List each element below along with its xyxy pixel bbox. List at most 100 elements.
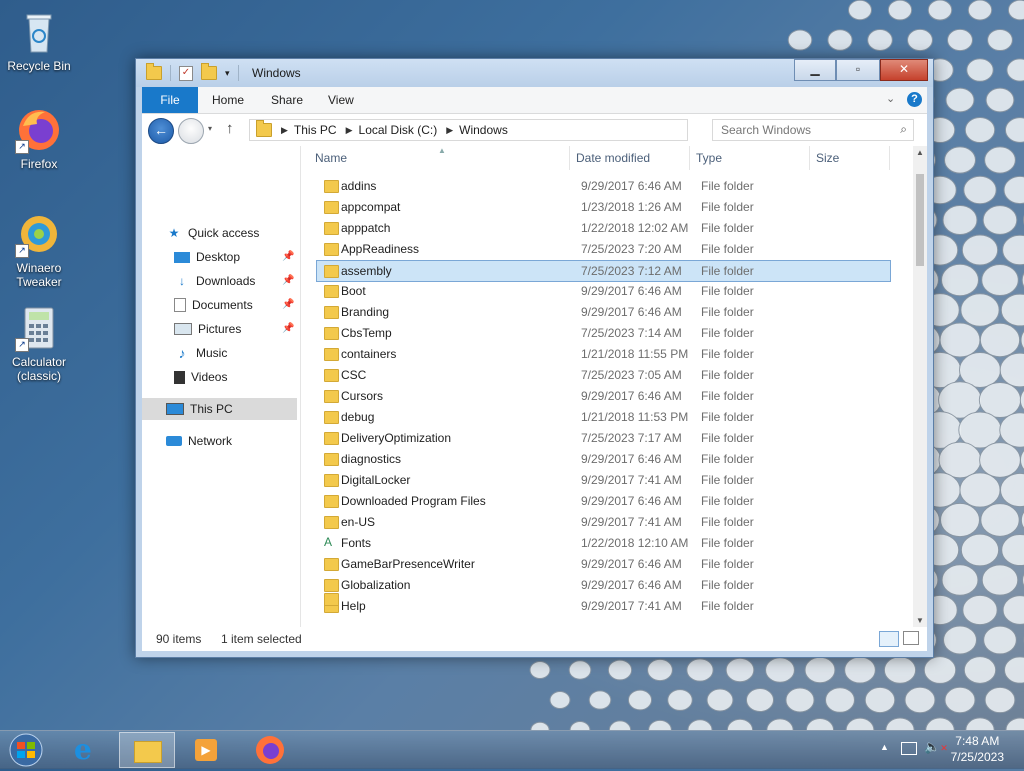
column-header-type[interactable]: Type [690,146,810,170]
tab-share[interactable]: Share [257,87,317,113]
file-date-modified: 7/25/2023 7:14 AM [581,323,682,343]
nav-network[interactable]: Network [166,430,232,452]
breadcrumb-separator-icon[interactable]: ▶ [446,125,453,136]
file-row[interactable]: assembly7/25/2023 7:12 AMFile folder [316,260,891,282]
nav-desktop[interactable]: Desktop [174,246,240,268]
recent-locations-icon[interactable]: ▾ [208,124,212,133]
file-name: GameBarPresenceWriter [341,554,475,574]
file-row[interactable]: Downloaded Program Files9/29/2017 6:46 A… [317,491,890,511]
title-bar[interactable]: ✓ ▾ Windows ▁ ▫ ✕ [136,59,933,87]
file-row[interactable]: diagnostics9/29/2017 6:46 AMFile folder [317,449,890,469]
navigation-bar: ← ▾ ↑ ▶ This PC ▶ Local Disk (C:) ▶ Wind… [142,114,927,146]
tab-home[interactable]: Home [198,87,258,113]
taskbar-file-explorer[interactable] [119,732,175,768]
nav-label: Quick access [188,222,259,244]
search-input[interactable]: Search Windows ⌕ [712,119,914,141]
ribbon-expand-icon[interactable]: ⌄ [886,92,895,105]
taskbar-media-player[interactable]: ▶ [180,732,236,768]
breadcrumb-this-pc[interactable]: This PC [294,123,337,137]
quick-access-toolbar: ✓ ▾ [146,65,239,81]
breadcrumb-separator-icon[interactable]: ▶ [346,125,353,136]
folder-icon [324,327,339,340]
file-row[interactable]: DigitalLocker9/29/2017 7:41 AMFile folde… [317,470,890,490]
search-icon: ⌕ [900,122,907,137]
details-view-icon[interactable] [879,631,899,647]
desktop-icon-recycle-bin[interactable]: Recycle Bin [1,8,77,73]
tab-view[interactable]: View [314,87,368,113]
network-tray-icon[interactable] [901,742,917,755]
start-button[interactable] [0,732,52,768]
maximize-button[interactable]: ▫ [836,59,880,81]
file-row[interactable]: appcompat1/23/2018 1:26 AMFile folder [317,197,890,217]
file-name: DigitalLocker [341,470,410,490]
scrollbar-thumb[interactable] [916,174,924,266]
show-hidden-icons-icon[interactable]: ▲ [880,742,889,752]
back-button[interactable]: ← [148,118,174,144]
file-name: assembly [341,261,392,281]
file-row[interactable]: apppatch1/22/2018 12:02 AMFile folder [317,218,890,238]
pin-icon[interactable]: 📌 [282,299,294,310]
minimize-button[interactable]: ▁ [794,59,836,81]
address-bar[interactable]: ▶ This PC ▶ Local Disk (C:) ▶ Windows [249,119,688,141]
breadcrumb-local-disk[interactable]: Local Disk (C:) [359,123,438,137]
file-row[interactable]: Boot9/29/2017 6:46 AMFile folder [317,281,890,301]
taskbar-firefox[interactable] [242,732,298,768]
file-type: File folder [701,386,754,406]
nav-this-pc[interactable]: This PC [142,398,297,420]
folder-icon [324,516,339,529]
properties-icon[interactable]: ✓ [179,66,193,81]
nav-documents[interactable]: Documents [174,294,253,316]
desktop-icon-firefox[interactable]: ↗ Firefox [1,106,77,171]
pin-icon[interactable]: 📌 [282,275,294,286]
desktop-icon-winaero-tweaker[interactable]: ↗ Winaero Tweaker [1,210,77,289]
tab-file[interactable]: File [142,87,198,113]
nav-videos[interactable]: Videos [174,366,227,388]
folder-icon [324,201,339,214]
qat-dropdown-icon[interactable]: ▾ [225,68,230,79]
column-header-date-modified[interactable]: Date modified [570,146,690,170]
file-list: Name ▲ Date modified Type Size addins9/2… [302,146,913,627]
pin-icon[interactable]: 📌 [282,251,294,262]
pin-icon[interactable]: 📌 [282,323,294,334]
search-placeholder: Search Windows [721,123,811,137]
scroll-up-icon[interactable]: ▲ [916,148,924,157]
file-row[interactable]: debug1/21/2018 11:53 PMFile folder [317,407,890,427]
file-row[interactable]: containers1/21/2018 11:55 PMFile folder [317,344,890,364]
file-row[interactable]: AppReadiness7/25/2023 7:20 AMFile folder [317,239,890,259]
file-name: DeliveryOptimization [341,428,451,448]
nav-downloads[interactable]: ↓ Downloads [174,270,255,292]
nav-label: Downloads [196,270,255,292]
file-row[interactable]: CbsTemp7/25/2023 7:14 AMFile folder [317,323,890,343]
up-arrow-icon[interactable]: ↑ [226,120,234,137]
scroll-down-icon[interactable]: ▼ [916,616,924,625]
folder-icon [324,180,339,193]
column-header-size[interactable]: Size [810,146,890,170]
file-row[interactable]: GameBarPresenceWriter9/29/2017 6:46 AMFi… [317,554,890,574]
breadcrumb-separator-icon[interactable]: ▶ [281,125,288,136]
clock[interactable]: 7:48 AM 7/25/2023 [951,733,1004,765]
nav-quick-access[interactable]: ★ Quick access [166,222,259,244]
file-row[interactable]: Branding9/29/2017 6:46 AMFile folder [317,302,890,322]
help-icon[interactable]: ? [907,92,922,107]
file-row[interactable]: DeliveryOptimization7/25/2023 7:17 AMFil… [317,428,890,448]
file-row[interactable]: en-US9/29/2017 7:41 AMFile folder [317,512,890,532]
file-date-modified: 9/29/2017 7:41 AM [581,512,682,532]
folder-icon [324,265,339,278]
taskbar-internet-explorer[interactable]: e [60,732,116,768]
large-icons-view-icon[interactable] [903,631,919,645]
file-row[interactable]: Cursors9/29/2017 6:46 AMFile folder [317,386,890,406]
vertical-scrollbar[interactable]: ▲ ▼ [913,146,927,627]
file-row[interactable]: addins9/29/2017 6:46 AMFile folder [317,176,890,196]
nav-music[interactable]: ♪ Music [174,342,227,364]
volume-muted-icon[interactable]: 🔈✕ [924,739,948,755]
close-button[interactable]: ✕ [880,59,928,81]
file-row[interactable]: AFonts1/22/2018 12:10 AMFile folder [317,533,890,553]
file-name: appcompat [341,197,400,217]
desktop-icon-calculator[interactable]: ↗ Calculator (classic) [1,304,77,383]
breadcrumb-windows[interactable]: Windows [459,123,508,137]
new-folder-icon[interactable] [201,66,217,80]
forward-button[interactable] [178,118,204,144]
file-type: File folder [701,302,754,322]
file-row[interactable]: CSC7/25/2023 7:05 AMFile folder [317,365,890,385]
nav-pictures[interactable]: Pictures [174,318,241,340]
